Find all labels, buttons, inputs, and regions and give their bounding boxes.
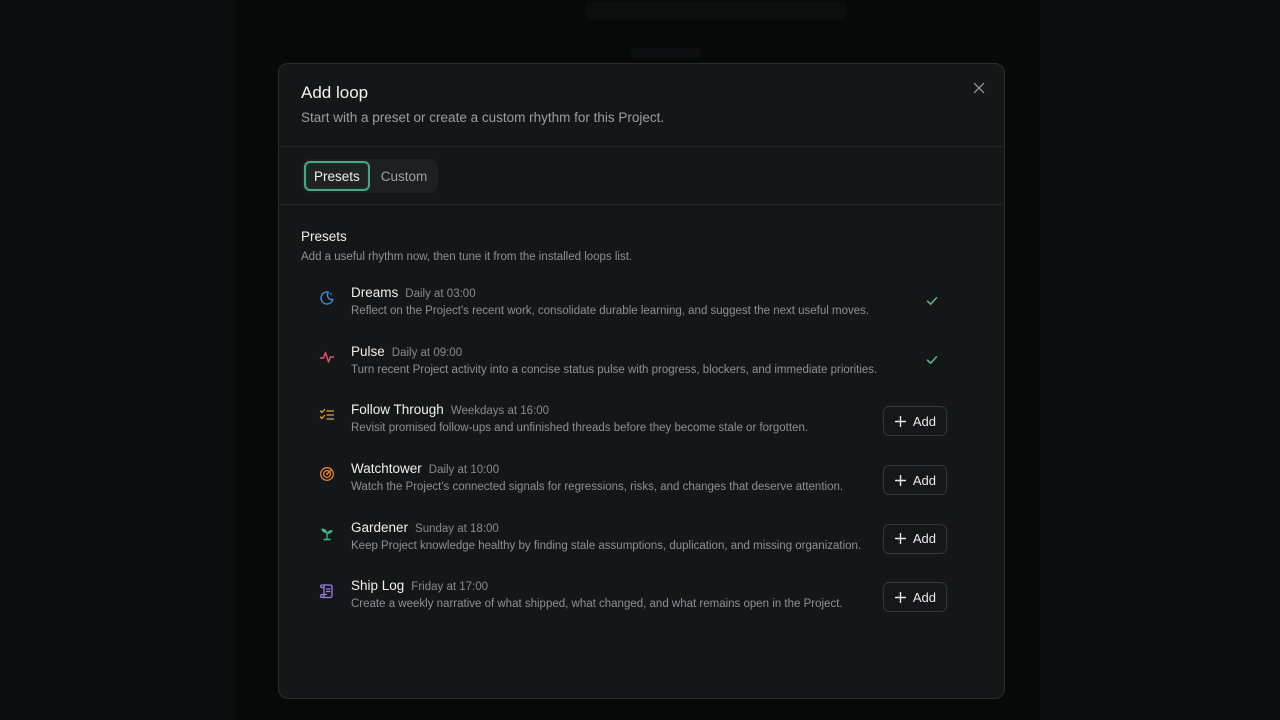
tab-presets[interactable]: Presets: [304, 161, 370, 191]
installed-check-icon: [926, 297, 938, 305]
sprout-icon: [319, 525, 335, 541]
add-gardener-button[interactable]: Add: [882, 523, 947, 554]
plus-icon: [894, 591, 906, 603]
tabs-row: Presets Custom: [279, 147, 1004, 204]
scroll-icon: [319, 583, 335, 599]
plus-icon: [894, 474, 906, 486]
presets-section: Presets Add a useful rhythm now, then tu…: [279, 205, 1004, 632]
add-watchtower-button[interactable]: Add: [882, 465, 947, 496]
installed-check-icon: [926, 355, 938, 364]
radar-icon: [319, 466, 335, 482]
preset-name: Ship Log: [351, 578, 405, 594]
preset-schedule: Friday at 17:00: [411, 581, 489, 594]
dialog-header: Add loop Start with a preset or create a…: [279, 64, 1004, 146]
add-loop-dialog: Add loop Start with a preset or create a…: [278, 63, 1005, 699]
preset-name: Dreams: [351, 285, 399, 300]
preset-description: Create a weekly narrative of what shippe…: [351, 598, 843, 611]
preset-item-gardener: Gardener Sunday at 18:00 Keep Project kn…: [301, 515, 982, 574]
preset-item-follow-through: Follow Through Weekdays at 16:00 Revisit…: [301, 397, 982, 456]
plus-icon: [894, 415, 906, 427]
preset-schedule: Daily at 10:00: [428, 464, 500, 477]
preset-item-watchtower: Watchtower Daily at 10:00 Watch the Proj…: [301, 456, 982, 515]
close-icon: [973, 82, 985, 94]
preset-description: Watch the Project's connected signals fo…: [351, 481, 844, 494]
dialog-subtitle: Start with a preset or create a custom r…: [301, 110, 665, 125]
background-title-placeholder: [586, 2, 846, 20]
add-ship-log-button[interactable]: Add: [882, 582, 947, 613]
tab-bar: Presets Custom: [302, 159, 439, 193]
preset-name: Watchtower: [351, 461, 422, 477]
preset-item-pulse: Pulse Daily at 09:00 Turn recent Project…: [301, 339, 982, 398]
preset-schedule: Daily at 03:00: [405, 288, 476, 300]
preset-name: Follow Through: [351, 402, 444, 418]
dialog-title: Add loop: [301, 83, 369, 102]
activity-icon: [319, 349, 335, 365]
preset-description: Turn recent Project activity into a conc…: [351, 363, 878, 376]
moon-icon: [319, 290, 335, 306]
presets-section-description: Add a useful rhythm now, then tune it fr…: [301, 251, 633, 263]
tab-custom[interactable]: Custom: [372, 161, 437, 191]
preset-schedule: Weekdays at 16:00: [450, 405, 550, 418]
preset-schedule: Daily at 09:00: [391, 346, 463, 359]
preset-item-dreams: Dreams Daily at 03:00 Reflect on the Pro…: [301, 280, 982, 339]
preset-description: Keep Project knowledge healthy by findin…: [351, 539, 862, 552]
add-button-label: Add: [912, 413, 936, 429]
preset-name: Gardener: [351, 519, 409, 535]
plus-icon: [894, 533, 906, 545]
add-button-label: Add: [912, 472, 936, 488]
add-button-label: Add: [912, 589, 936, 605]
add-follow-through-button[interactable]: Add: [882, 406, 947, 437]
presets-section-title: Presets: [301, 229, 347, 244]
checklist-icon: [319, 407, 335, 423]
preset-list: Dreams Daily at 03:00 Reflect on the Pro…: [301, 280, 982, 632]
close-button[interactable]: [970, 79, 988, 97]
preset-description: Revisit promised follow-ups and unfinish…: [351, 422, 809, 435]
preset-name: Pulse: [351, 343, 385, 359]
preset-description: Reflect on the Project's recent work, co…: [351, 305, 870, 317]
background-label-placeholder: [631, 48, 701, 58]
add-button-label: Add: [912, 531, 936, 547]
preset-schedule: Sunday at 18:00: [415, 522, 499, 535]
preset-item-ship-log: Ship Log Friday at 17:00 Create a weekly…: [301, 573, 982, 632]
